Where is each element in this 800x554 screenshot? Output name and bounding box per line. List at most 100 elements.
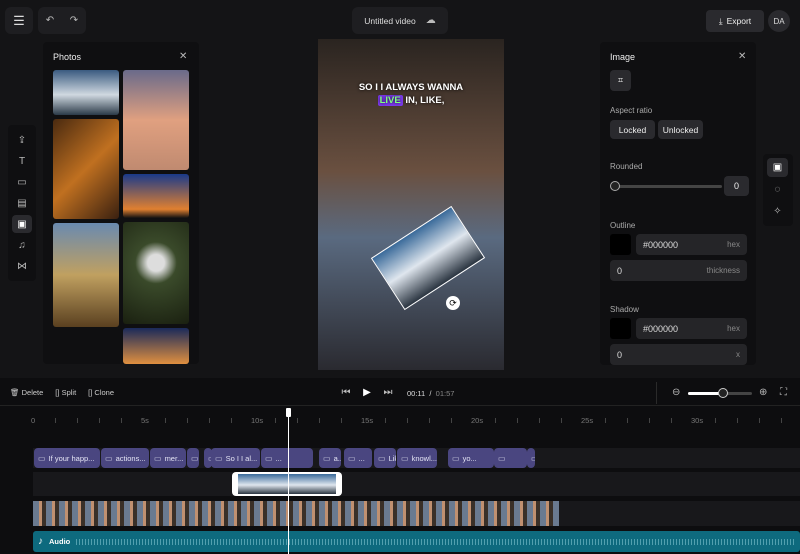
locked-button[interactable]: Locked [610,120,655,139]
rounded-slider-handle[interactable] [610,181,620,191]
property-rail: ▣ ◌ ✧ [763,154,793,226]
ruler-tick [495,418,496,423]
menu-icon[interactable]: ☰ [5,7,33,34]
audio-clip[interactable]: ♪ Audio [33,531,800,552]
ruler-tick [385,418,386,423]
export-button[interactable]: ⤓ Export [706,10,764,32]
aspect-ratio-label: Aspect ratio [610,106,653,115]
caption-clip[interactable]: mer... [150,448,186,468]
project-title[interactable]: Untitled video ☁ [352,7,448,34]
magic-wand-icon[interactable]: ✧ [767,202,788,221]
outline-label: Outline [610,221,636,230]
photo-mountain[interactable] [53,70,119,115]
music-icon[interactable]: ♫ [12,236,32,254]
outline-thickness-input[interactable]: 0 thickness [610,260,747,281]
video-preview[interactable]: SO I I ALWAYS WANNA LIVE IN, LIKE, ⟳ [318,39,504,370]
caption-clip[interactable]: yo... [448,448,494,468]
ruler-tick [737,418,738,423]
close-icon[interactable]: ✕ [179,51,187,62]
caption-clip[interactable]: Like,... [374,448,396,468]
rounded-slider[interactable] [614,185,722,188]
outline-color-swatch[interactable] [610,234,631,255]
zoom-out-icon[interactable]: ⊖ [672,387,680,398]
export-label: Export [726,16,752,26]
hex-unit: hex [727,240,740,249]
image-settings-icon[interactable]: ▣ [767,158,788,177]
caption-clip[interactable]: ... [261,448,313,468]
current-time: 00:11 [407,389,426,398]
fit-screen-icon[interactable]: ⛶ [780,387,787,398]
ruler-tick [341,418,342,423]
animation-icon[interactable]: ◌ [767,180,788,199]
close-icon[interactable]: ✕ [738,51,746,62]
caption-line-1: SO I I ALWAYS WANNA [358,82,464,93]
caption-clip[interactable] [187,448,199,468]
ruler-tick [781,418,782,423]
split-button[interactable]: [] Split [55,388,76,397]
delete-button[interactable]: 🗑 Delete [10,388,43,397]
ruler-label: 20s [471,416,484,425]
caption-clip[interactable]: ... [527,448,535,468]
caption-clip[interactable] [494,448,527,468]
avatar[interactable]: DA [768,10,790,32]
clone-button[interactable]: [] Clone [88,388,114,397]
outline-hex-input[interactable]: #000000 hex [636,234,747,255]
overlay-image[interactable] [370,205,486,311]
unlocked-button[interactable]: Unlocked [658,120,703,139]
audio-waveform [76,538,794,545]
delete-label: Delete [21,388,44,397]
ruler-tick [231,418,232,423]
photo-cathedral[interactable] [53,223,119,327]
image-panel: Image ✕ ⌗ Aspect ratio Locked Unlocked R… [600,42,756,365]
image-track [33,472,800,496]
caption-line-2: LIVE IN, LIKE, [318,95,504,106]
ruler-tick [275,418,276,423]
photo-palm-beach[interactable] [123,70,189,170]
shadow-color-swatch[interactable] [610,318,631,339]
ruler-tick [77,418,78,423]
download-icon: ⤓ [718,15,723,26]
caption-clip[interactable]: So I I al... [211,448,260,468]
transition-icon[interactable]: ⋈ [12,257,32,275]
thickness-unit: thickness [706,266,740,275]
x-unit: x [736,350,740,359]
caption-clip[interactable]: knowl... [397,448,437,468]
play-icon[interactable]: ▶ [361,387,373,398]
playhead[interactable] [288,414,289,554]
rounded-label: Rounded [610,162,643,171]
caption-clip[interactable]: actions... [101,448,149,468]
zoom-in-icon[interactable]: ⊕ [759,387,767,398]
thickness-value: 0 [617,265,623,276]
caption-highlight: LIVE [377,95,403,106]
photo-tree-sunset[interactable] [123,328,189,364]
redo-icon[interactable]: ↷ [70,15,78,26]
caption-clip[interactable]: If your happ... [34,448,100,468]
text-icon[interactable]: T [12,152,32,170]
subtitle-icon[interactable]: ▤ [12,194,32,212]
ruler-tick [759,418,760,423]
shadow-hex-input[interactable]: #000000 hex [636,318,747,339]
image-icon[interactable]: ▣ [12,215,32,233]
crop-icon[interactable]: ⌗ [610,70,631,91]
undo-redo-group: ↶ ↷ [38,7,86,34]
rounded-value[interactable]: 0 [724,176,749,196]
upload-icon[interactable]: ⇪ [12,131,32,149]
undo-icon[interactable]: ↶ [46,15,54,26]
ruler-label: 25s [581,416,594,425]
caption-clip[interactable]: ... [344,448,372,468]
skip-back-icon[interactable]: ⏮ [340,387,352,398]
video-clip[interactable] [33,501,559,526]
image-clip[interactable] [232,472,342,496]
skip-forward-icon[interactable]: ⏭ [382,387,394,398]
video-icon[interactable]: ▭ [12,173,32,191]
playhead-handle[interactable] [286,408,291,417]
photo-autumn[interactable] [53,119,119,219]
photos-panel: Photos ✕ [43,42,199,364]
shadow-x-value: 0 [617,349,623,360]
photo-flowers[interactable] [123,222,189,324]
rotate-handle-icon[interactable]: ⟳ [446,296,460,310]
shadow-x-input[interactable]: 0x [610,344,747,365]
caption-rest: IN, LIKE, [405,95,445,106]
caption-clip[interactable]: a... [319,448,341,468]
photo-sunset-palms[interactable] [123,174,189,218]
